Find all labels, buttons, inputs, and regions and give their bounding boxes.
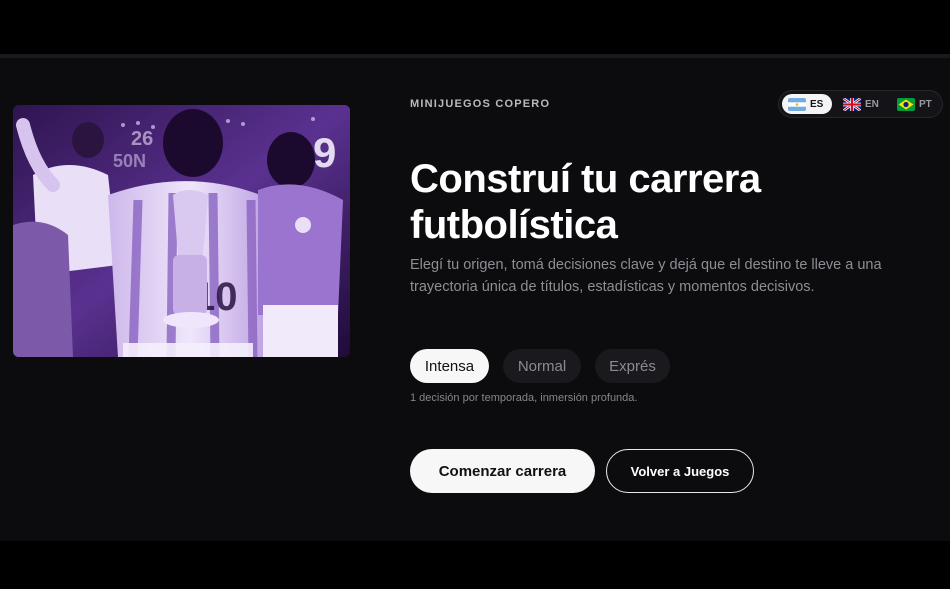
mode-option-intensa[interactable]: Intensa bbox=[410, 349, 489, 383]
page-title: Construí tu carrera futbolística bbox=[410, 157, 761, 247]
mode-option-expres[interactable]: Exprés bbox=[595, 349, 670, 383]
brazil-flag-icon bbox=[897, 97, 915, 111]
language-switcher: ES EN PT bbox=[778, 90, 943, 118]
language-option-en[interactable]: EN bbox=[837, 94, 887, 114]
svg-text:9: 9 bbox=[313, 129, 336, 176]
language-option-es[interactable]: ES bbox=[782, 94, 832, 114]
bottom-bar bbox=[0, 541, 950, 589]
hero-image: 26 9 50N 10 bbox=[13, 105, 350, 357]
mode-option-normal[interactable]: Normal bbox=[503, 349, 581, 383]
start-career-button[interactable]: Comenzar carrera bbox=[410, 449, 595, 493]
svg-text:26: 26 bbox=[131, 128, 153, 150]
eyebrow-label: MINIJUEGOS COPERO bbox=[410, 98, 551, 110]
language-option-pt[interactable]: PT bbox=[891, 94, 941, 114]
players-collage-illustration: 26 9 50N 10 bbox=[13, 105, 350, 357]
uk-flag-icon bbox=[843, 97, 861, 111]
language-code: PT bbox=[919, 98, 932, 110]
page-description: Elegí tu origen, tomá decisiones clave y… bbox=[410, 257, 882, 295]
argentina-flag-icon bbox=[788, 97, 806, 111]
language-code: ES bbox=[810, 98, 824, 110]
svg-text:50N: 50N bbox=[113, 151, 146, 171]
top-bar bbox=[0, 0, 950, 55]
mode-description: 1 decisión por temporada, inmersión prof… bbox=[410, 392, 638, 404]
career-intro-section: 26 9 50N 10 MINIJUEGOS COPERO ES EN PT C… bbox=[0, 58, 950, 541]
back-to-games-button[interactable]: Volver a Juegos bbox=[606, 449, 754, 493]
language-code: EN bbox=[865, 98, 879, 110]
